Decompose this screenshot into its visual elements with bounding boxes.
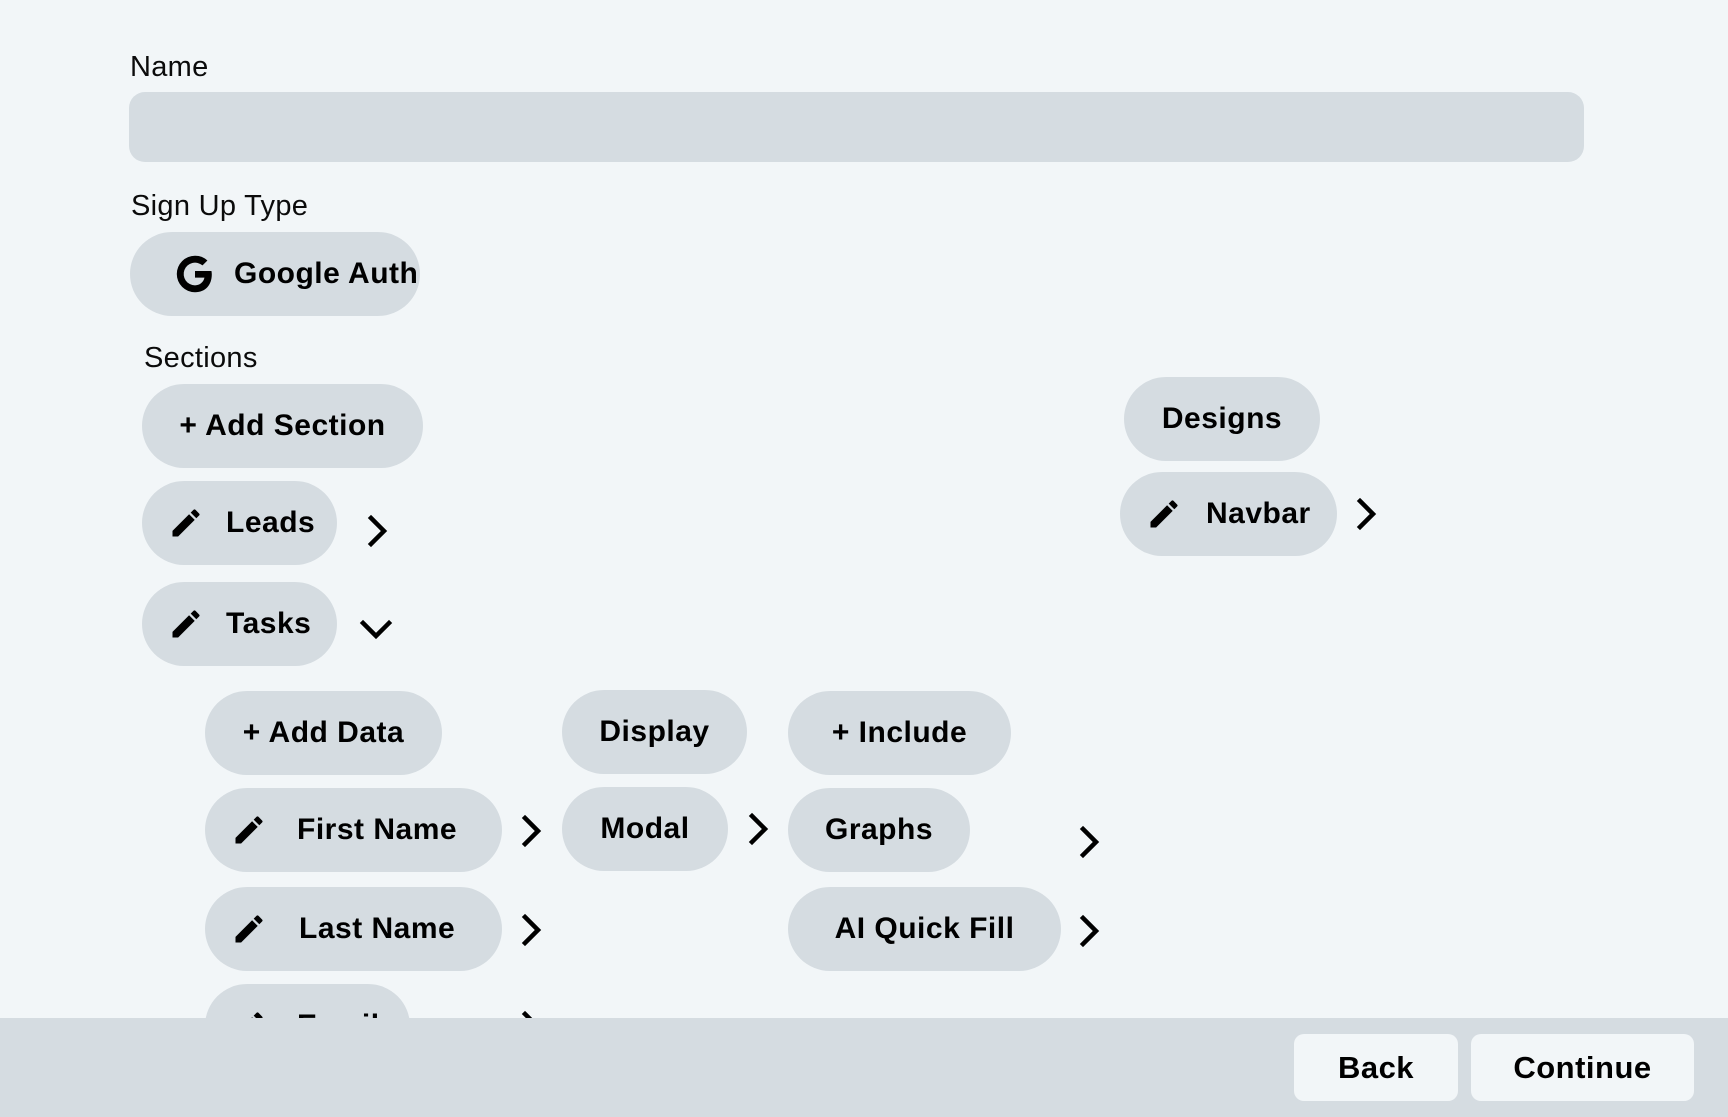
pencil-icon[interactable] bbox=[168, 606, 204, 642]
google-auth-label: Google Auth bbox=[234, 257, 419, 290]
include-button[interactable]: + Include bbox=[788, 691, 1011, 775]
sections-label: Sections bbox=[144, 342, 258, 374]
include-item-label: Graphs bbox=[824, 813, 934, 846]
chevron-right-icon[interactable] bbox=[518, 814, 546, 848]
name-label: Name bbox=[130, 51, 209, 83]
google-auth-button[interactable]: Google Auth bbox=[130, 232, 420, 316]
include-item-graphs[interactable]: Graphs bbox=[788, 788, 970, 872]
add-section-button[interactable]: + Add Section bbox=[142, 384, 423, 468]
display-label: Display bbox=[599, 715, 710, 748]
data-item-first-name[interactable]: First Name bbox=[205, 788, 502, 872]
add-data-label: + Add Data bbox=[242, 716, 405, 749]
chevron-right-icon[interactable] bbox=[1076, 825, 1104, 859]
chevron-right-icon[interactable] bbox=[1076, 914, 1104, 948]
pencil-icon[interactable] bbox=[168, 505, 204, 541]
section-item-leads[interactable]: Leads bbox=[142, 481, 337, 565]
pencil-icon[interactable] bbox=[231, 911, 267, 947]
data-item-label: Email bbox=[297, 1009, 380, 1018]
designs-label: Designs bbox=[1161, 402, 1283, 435]
signup-type-label: Sign Up Type bbox=[131, 190, 309, 222]
back-button[interactable]: Back bbox=[1294, 1034, 1458, 1101]
footer-bar: Back Continue bbox=[0, 1018, 1728, 1117]
include-label: + Include bbox=[831, 716, 968, 749]
chevron-right-icon[interactable] bbox=[518, 913, 546, 947]
display-header[interactable]: Display bbox=[562, 690, 747, 774]
content-area: Name Sign Up Type Google Auth Sections +… bbox=[0, 0, 1728, 1018]
chevron-right-icon[interactable] bbox=[364, 514, 392, 548]
display-item-label: Modal bbox=[600, 812, 690, 845]
include-item-label: AI Quick Fill bbox=[834, 912, 1015, 945]
design-item-label: Navbar bbox=[1206, 497, 1311, 530]
chevron-right-icon[interactable] bbox=[745, 812, 773, 846]
display-item-modal[interactable]: Modal bbox=[562, 787, 728, 871]
include-item-ai-quick-fill[interactable]: AI Quick Fill bbox=[788, 887, 1061, 971]
section-item-tasks[interactable]: Tasks bbox=[142, 582, 337, 666]
pencil-icon[interactable] bbox=[231, 1008, 267, 1018]
data-item-label: Last Name bbox=[299, 912, 456, 945]
pencil-icon[interactable] bbox=[231, 812, 267, 848]
data-item-email[interactable]: Email bbox=[205, 984, 410, 1018]
data-item-label: First Name bbox=[297, 813, 458, 846]
section-item-label: Leads bbox=[226, 506, 316, 539]
add-data-button[interactable]: + Add Data bbox=[205, 691, 442, 775]
name-input[interactable] bbox=[129, 92, 1584, 162]
chevron-right-icon[interactable] bbox=[1353, 497, 1381, 531]
designs-header[interactable]: Designs bbox=[1124, 377, 1320, 461]
chevron-down-icon[interactable] bbox=[359, 616, 393, 644]
add-section-label: + Add Section bbox=[179, 409, 386, 442]
data-item-last-name[interactable]: Last Name bbox=[205, 887, 502, 971]
continue-button[interactable]: Continue bbox=[1471, 1034, 1694, 1101]
pencil-icon[interactable] bbox=[1146, 496, 1182, 532]
google-icon bbox=[174, 253, 216, 295]
design-item-navbar[interactable]: Navbar bbox=[1120, 472, 1337, 556]
section-item-label: Tasks bbox=[226, 607, 312, 640]
chevron-right-icon[interactable] bbox=[518, 1010, 546, 1018]
